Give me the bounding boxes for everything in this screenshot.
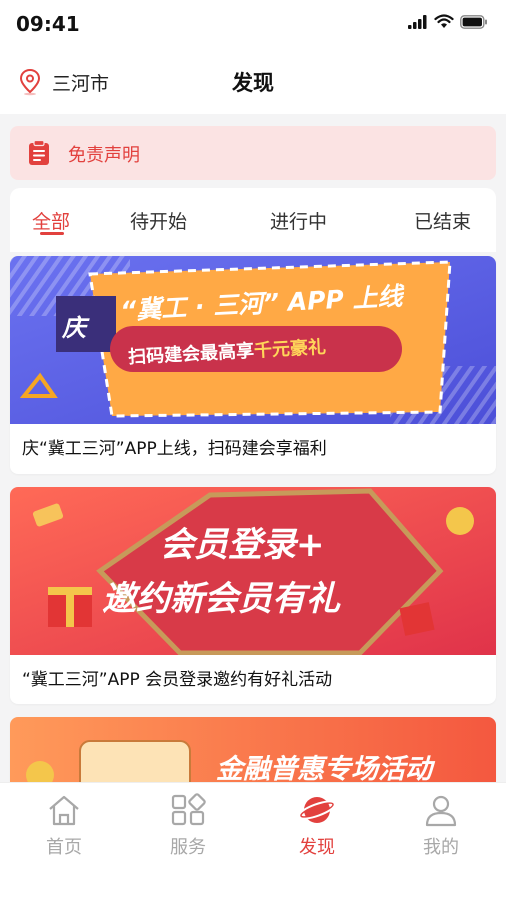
banner-line-1: 金融普惠专场活动 [216,754,432,782]
services-icon [171,793,206,826]
nav-item-services[interactable]: 服务 [143,793,233,859]
bottom-nav: 首页 服务 发现 我的 [0,782,506,900]
nav-label: 我的 [423,837,459,858]
activity-title: 庆“冀工三河”APP上线，扫码建会享福利 [22,439,327,459]
clipboard-icon [29,140,49,165]
page-title: 发现 [232,71,274,95]
status-icons [408,14,488,29]
signal-icon [408,14,427,29]
status-time: 09:41 [16,12,80,36]
discover-icon [299,797,335,823]
filter-tabs: 全部 待开始 进行中 已结束 [10,188,496,252]
battery-icon [460,14,487,29]
disclaimer-banner[interactable]: 免责声明 [10,126,496,180]
tab-active-indicator [40,232,64,235]
nav-item-discover[interactable]: 发现 [272,793,362,859]
status-bar: 09:41 [0,0,506,50]
activity-card[interactable]: 会员登录+ 邀约新会员有礼 “冀工三河”APP 会员登录邀约有好礼活动 [10,487,496,704]
nav-label: 服务 [170,837,206,858]
header: 三河市 发现 [0,50,506,114]
nav-item-profile[interactable]: 我的 [396,793,486,859]
banner-line-1: 会员登录+ [160,525,325,565]
nav-label: 首页 [46,837,82,858]
activity-banner-3: 金融普惠专场活动 [10,717,496,782]
activity-card[interactable]: 庆 “冀工 · 三河” APP 上线 扫码建会最高享千元豪礼 庆“冀工三河”AP… [10,256,496,474]
home-icon [49,795,79,826]
nav-item-home[interactable]: 首页 [19,793,109,859]
tab-upcoming[interactable]: 待开始 [130,207,187,234]
activity-title: “冀工三河”APP 会员登录邀约有好礼活动 [22,670,333,690]
tab-ongoing[interactable]: 进行中 [270,207,327,234]
banner-line-2: 邀约新会员有礼 [102,579,340,619]
activity-banner-1: 庆 “冀工 · 三河” APP 上线 扫码建会最高享千元豪礼 [10,256,496,424]
banner-title-qing: 庆 [62,314,86,342]
activity-card[interactable]: 金融普惠专场活动 [10,717,496,782]
banner-pill-highlight: 千元豪礼 [253,336,327,362]
activity-banner-2: 会员登录+ 邀约新会员有礼 [10,487,496,655]
nav-label: 发现 [299,837,335,858]
tab-all[interactable]: 全部 [32,207,70,234]
profile-icon [425,795,457,827]
disclaimer-label: 免责声明 [68,145,140,166]
tab-ended[interactable]: 已结束 [414,207,471,234]
wifi-icon [434,14,454,28]
